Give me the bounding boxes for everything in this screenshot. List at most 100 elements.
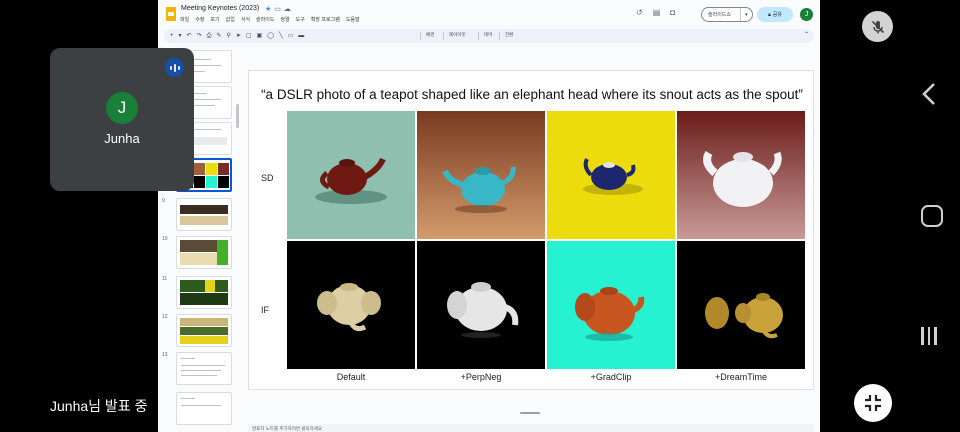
menu-file[interactable]: 파일 bbox=[180, 16, 189, 23]
toolbar-divider bbox=[478, 32, 479, 40]
title-icons: ★▭☁ bbox=[265, 5, 294, 13]
share-label: 공유 bbox=[772, 12, 782, 18]
image-if-gradclip bbox=[547, 241, 675, 369]
menu-bar: 파일 수정 보기 삽입 서식 슬라이드 정렬 도구 확장 프로그램 도움말 bbox=[180, 16, 360, 23]
thumb-image-grid bbox=[180, 318, 228, 344]
slides-logo-icon[interactable] bbox=[166, 7, 176, 21]
col-label-default: Default bbox=[336, 372, 366, 382]
image-sd-perpneg bbox=[417, 111, 545, 239]
redo-icon[interactable]: ↷ bbox=[197, 33, 207, 39]
thumb-text-line bbox=[181, 398, 195, 399]
comment-icon[interactable]: ▭ bbox=[288, 33, 299, 39]
slide-thumbnail[interactable] bbox=[176, 198, 232, 231]
transition-button[interactable]: 전환 bbox=[505, 32, 513, 38]
menu-view[interactable]: 보기 bbox=[210, 16, 219, 23]
line-icon[interactable]: ╲ bbox=[279, 33, 288, 39]
menu-slide[interactable]: 슬라이드 bbox=[256, 16, 274, 23]
menu-insert[interactable]: 삽입 bbox=[226, 16, 235, 23]
col-label-dreamtime: +DreamTime bbox=[715, 372, 767, 382]
menu-extensions[interactable]: 확장 프로그램 bbox=[311, 16, 340, 23]
collapse-toolbar-icon[interactable]: ⌃ bbox=[804, 31, 809, 38]
collapse-icon bbox=[865, 395, 881, 411]
docs-header: Meeting Keynotes (2023) ★▭☁ 파일 수정 보기 삽입 … bbox=[158, 0, 820, 30]
toolbar-icons: +▾↶↷⎙✎⚲➤▢▣◯╲▭▬ bbox=[170, 32, 309, 40]
header-icons: ↺ ▤ ◘ bbox=[636, 8, 675, 17]
thumb-image-grid bbox=[180, 205, 228, 225]
star-icon[interactable]: ★ bbox=[265, 6, 274, 13]
slide-thumbnail[interactable] bbox=[176, 392, 232, 425]
slide-thumbnail[interactable] bbox=[176, 236, 232, 269]
exit-fullscreen-button[interactable] bbox=[854, 384, 892, 422]
share-button[interactable]: 🔒︎ 공유 bbox=[757, 7, 793, 22]
video-call-icon[interactable]: ◘ bbox=[670, 8, 675, 17]
presenting-status: Junha님 발표 중 bbox=[50, 398, 148, 414]
theme-button[interactable]: 테마 bbox=[484, 32, 492, 38]
undo-icon[interactable]: ↶ bbox=[187, 33, 197, 39]
speaking-indicator-icon bbox=[165, 58, 184, 77]
row-label-if: IF bbox=[261, 305, 269, 315]
teapot-image bbox=[677, 241, 805, 369]
image-sd-default bbox=[287, 111, 415, 239]
layout-button[interactable]: 레이아웃 bbox=[449, 32, 466, 38]
teapot-image bbox=[547, 111, 675, 239]
slide-number: 12 bbox=[162, 314, 168, 320]
slide-thumbnail[interactable] bbox=[176, 276, 232, 309]
image-sd-dreamtime bbox=[677, 111, 805, 239]
slide-thumbnail[interactable] bbox=[176, 352, 232, 385]
notes-resize-handle[interactable] bbox=[520, 412, 540, 414]
shape-icon[interactable]: ◯ bbox=[267, 33, 279, 39]
account-avatar[interactable]: J bbox=[800, 8, 813, 21]
thumb-text-line bbox=[181, 375, 217, 376]
history-icon[interactable]: ↺ bbox=[636, 8, 643, 17]
row-label-sd: SD bbox=[261, 173, 274, 183]
slide-canvas[interactable]: “a DSLR photo of a teapot shaped like an… bbox=[248, 70, 814, 390]
menu-arrange[interactable]: 정렬 bbox=[280, 16, 289, 23]
mic-muted-button[interactable] bbox=[862, 11, 893, 42]
slide-number: 13 bbox=[162, 352, 168, 358]
menu-edit[interactable]: 수정 bbox=[195, 16, 204, 23]
slideshow-label: 슬라이드쇼 bbox=[708, 12, 732, 18]
recents-icon[interactable] bbox=[921, 327, 937, 345]
home-icon[interactable] bbox=[921, 205, 943, 227]
print-icon[interactable]: ⎙ bbox=[207, 33, 217, 39]
teapot-image bbox=[677, 111, 805, 239]
participant-name: Junha bbox=[104, 131, 140, 146]
image-if-perpneg bbox=[417, 241, 545, 369]
chevron-down-icon[interactable]: ▾ bbox=[740, 8, 748, 21]
back-icon[interactable] bbox=[922, 82, 936, 111]
cloud-status-icon[interactable]: ☁ bbox=[284, 6, 294, 13]
border-color-icon[interactable]: ▬ bbox=[298, 33, 309, 39]
teapot-image bbox=[417, 241, 545, 369]
comments-icon[interactable]: ▤ bbox=[653, 8, 661, 17]
dropdown-icon[interactable]: ▾ bbox=[179, 33, 187, 39]
image-icon[interactable]: ▣ bbox=[257, 33, 268, 39]
background-button[interactable]: 배경 bbox=[426, 32, 434, 38]
image-if-dreamtime bbox=[677, 241, 805, 369]
meet-screen: Meeting Keynotes (2023) ★▭☁ 파일 수정 보기 삽입 … bbox=[0, 0, 960, 432]
slide-number: 10 bbox=[162, 236, 168, 242]
participant-avatar: J bbox=[106, 92, 138, 124]
toolbar: +▾↶↷⎙✎⚲➤▢▣◯╲▭▬ 배경 레이아웃 테마 전환 ⌃ bbox=[164, 29, 814, 43]
menu-tools[interactable]: 도구 bbox=[296, 16, 305, 23]
speaker-notes[interactable]: 발표자 노트를 추가하려면 클릭하세요 bbox=[248, 424, 814, 432]
mic-off-icon bbox=[871, 20, 884, 33]
new-slide-icon[interactable]: + bbox=[170, 33, 179, 39]
menu-format[interactable]: 서식 bbox=[241, 16, 250, 23]
thumb-text-line bbox=[181, 358, 195, 359]
zoom-icon[interactable]: ⚲ bbox=[226, 33, 235, 39]
teapot-image bbox=[287, 111, 415, 239]
move-icon[interactable]: ▭ bbox=[274, 6, 284, 13]
toolbar-divider bbox=[499, 32, 500, 40]
select-icon[interactable]: ➤ bbox=[236, 33, 246, 39]
filmstrip-scrollbar[interactable] bbox=[236, 104, 239, 128]
slide-number: 11 bbox=[162, 276, 168, 282]
document-title[interactable]: Meeting Keynotes (2023) bbox=[181, 5, 259, 12]
slide-thumbnail[interactable] bbox=[176, 314, 232, 347]
thumb-text-line bbox=[181, 405, 221, 406]
slideshow-button[interactable]: 슬라이드쇼 ▾ bbox=[701, 7, 753, 22]
paint-format-icon[interactable]: ✎ bbox=[216, 33, 226, 39]
text-box-icon[interactable]: ▢ bbox=[246, 33, 257, 39]
menu-help[interactable]: 도움말 bbox=[346, 16, 360, 23]
thumb-image-grid bbox=[180, 280, 228, 305]
teapot-image bbox=[287, 241, 415, 369]
